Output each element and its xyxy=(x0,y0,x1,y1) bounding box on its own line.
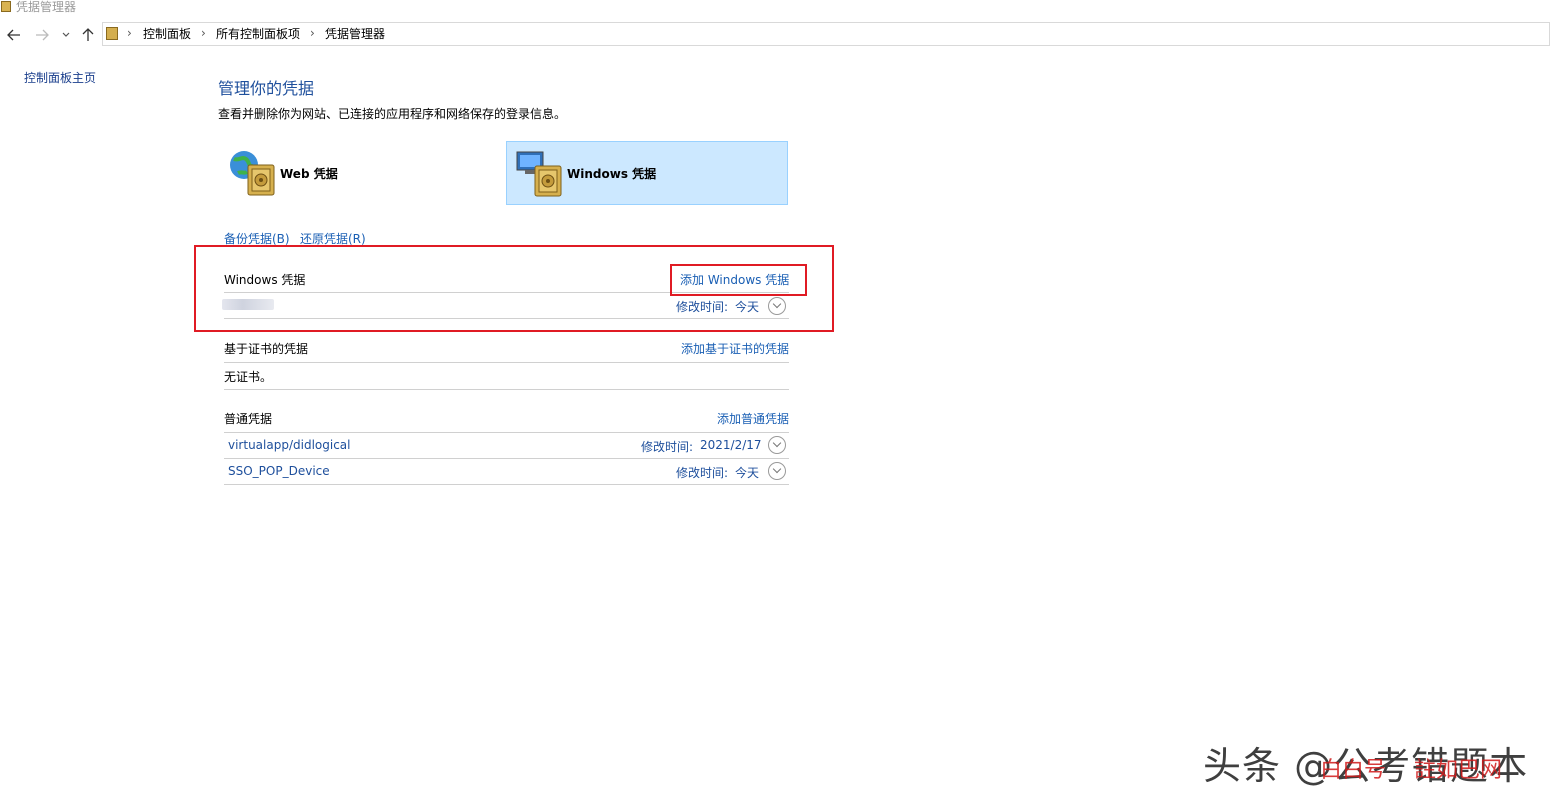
globe-vault-icon xyxy=(228,147,278,202)
breadcrumb-separator: › xyxy=(201,26,206,40)
web-credentials-tile[interactable]: Web 凭据 xyxy=(218,141,478,205)
watermark-overlay: 註如巴网 xyxy=(1414,758,1503,783)
computer-vault-icon xyxy=(515,148,565,203)
no-certificate-text: 无证书。 xyxy=(224,370,273,384)
divider xyxy=(224,432,789,433)
add-generic-credential-link[interactable]: 添加普通凭据 xyxy=(717,410,789,427)
nav-control-panel-home[interactable]: 控制面板主页 xyxy=(24,69,96,86)
divider xyxy=(224,362,789,363)
breadcrumb-all-items[interactable]: 所有控制面板项 xyxy=(216,27,300,42)
window-title: 凭据管理器 xyxy=(16,0,77,14)
breadcrumb-separator: › xyxy=(310,26,315,40)
expand-chevron-icon[interactable] xyxy=(768,462,786,480)
divider xyxy=(224,458,789,459)
back-arrow-icon[interactable] xyxy=(6,27,22,43)
address-bar[interactable] xyxy=(102,22,1550,46)
generic-credentials-heading: 普通凭据 xyxy=(224,412,273,426)
modified-label: 修改时间: xyxy=(641,440,694,454)
divider xyxy=(224,389,789,390)
modified-value: 今天 xyxy=(735,466,760,480)
highlight-box xyxy=(670,264,807,296)
generic-credential-name[interactable]: SSO_POP_Device xyxy=(228,464,330,478)
windows-credentials-tile[interactable]: Windows 凭据 xyxy=(506,141,788,205)
modified-value: 2021/2/17 xyxy=(700,438,762,452)
certificate-credentials-heading: 基于证书的凭据 xyxy=(224,342,309,356)
watermark-overlay: 白白号 xyxy=(1320,758,1387,783)
credential-manager-icon xyxy=(106,27,118,40)
forward-arrow-icon[interactable] xyxy=(34,27,50,43)
web-credentials-label: Web 凭据 xyxy=(280,167,338,181)
windows-credentials-label: Windows 凭据 xyxy=(567,167,657,181)
breadcrumb-credential-manager[interactable]: 凭据管理器 xyxy=(325,27,385,42)
expand-chevron-icon[interactable] xyxy=(768,436,786,454)
breadcrumb-separator: › xyxy=(127,26,132,40)
breadcrumb-control-panel[interactable]: 控制面板 xyxy=(143,27,191,42)
add-certificate-credential-link[interactable]: 添加基于证书的凭据 xyxy=(681,340,789,357)
modified-label: 修改时间: xyxy=(676,466,729,480)
up-arrow-icon[interactable] xyxy=(80,27,96,43)
recent-chevron-icon[interactable] xyxy=(60,27,72,43)
divider xyxy=(224,484,789,485)
credential-manager-icon xyxy=(1,1,11,12)
page-description: 查看并删除你为网站、已连接的应用程序和网络保存的登录信息。 xyxy=(218,107,567,121)
page-title: 管理你的凭据 xyxy=(218,79,315,98)
generic-credential-name[interactable]: virtualapp/didlogical xyxy=(228,438,350,452)
